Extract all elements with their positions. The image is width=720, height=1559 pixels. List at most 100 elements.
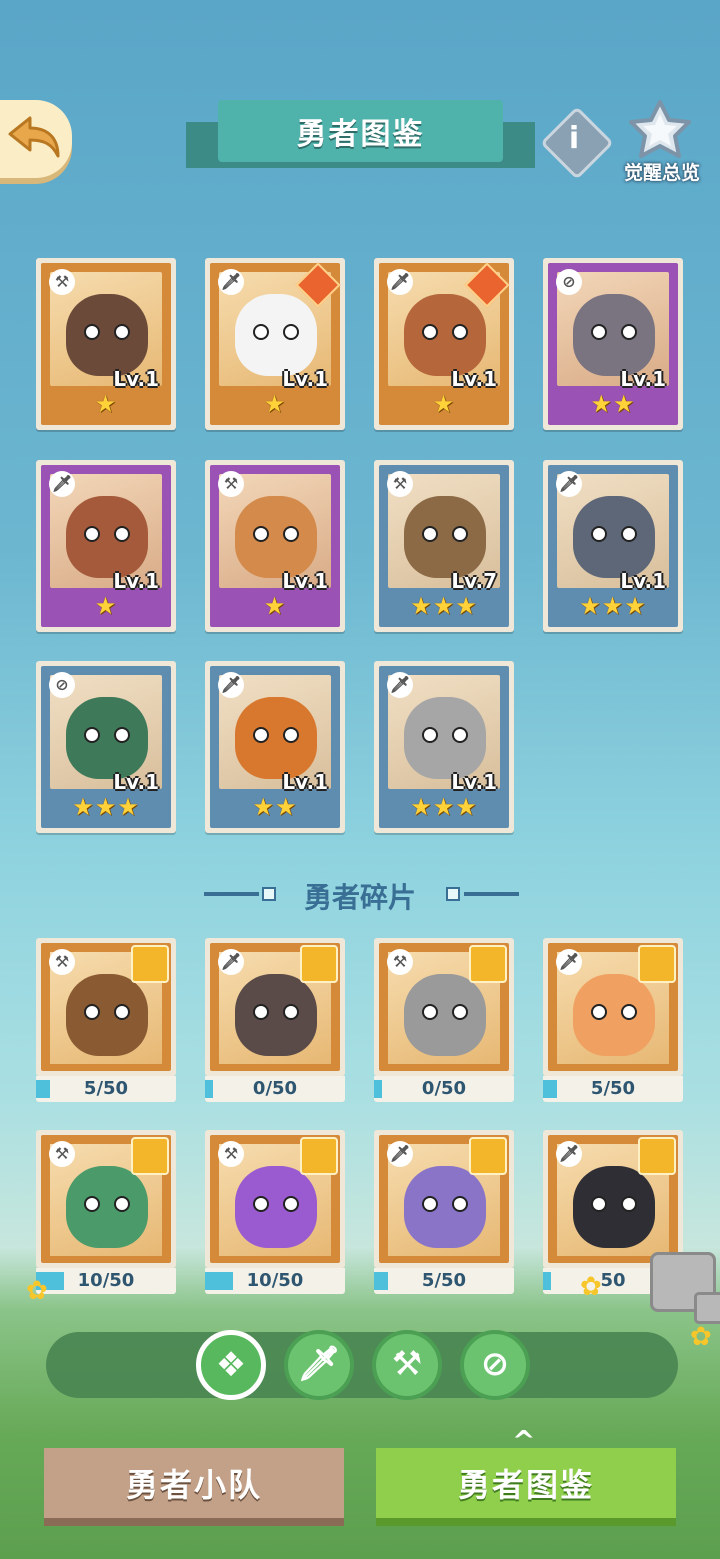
hero-stars: ★ xyxy=(263,390,287,418)
fragments-section-title: 勇者碎片 xyxy=(303,881,416,914)
rock-decoration-small xyxy=(694,1292,720,1324)
hero-card[interactable]: ⊘ Lv.1 ★★ xyxy=(543,258,683,430)
sword-icon: 🗡 xyxy=(387,269,413,295)
sword-icon: 🗡 xyxy=(556,471,582,497)
hero-card[interactable]: 🗡 Lv.1 ★★★ xyxy=(543,460,683,632)
fragment-progress-bar: 10/50 xyxy=(36,1268,176,1294)
sword-icon: 🗡 xyxy=(218,949,244,975)
info-icon: i xyxy=(568,121,580,156)
hero-level: Lv.1 xyxy=(113,770,159,794)
filter-compass-icon[interactable]: ⊘ xyxy=(460,1330,530,1400)
hammer-icon: ⚒ xyxy=(49,269,75,295)
hero-team-button[interactable]: 勇者小队 xyxy=(44,1448,344,1518)
puzzle-piece-icon xyxy=(131,945,169,983)
hero-stars: ★★★ xyxy=(72,793,140,821)
card-frame: ⚒ Lv.1 ★ xyxy=(210,465,340,627)
card-frame: 🗡 Lv.1 ★★★ xyxy=(548,465,678,627)
hero-level: Lv.1 xyxy=(113,367,159,391)
eye xyxy=(283,1196,299,1212)
compass-icon: ⊘ xyxy=(556,269,582,295)
eye xyxy=(114,727,130,743)
eye xyxy=(253,727,269,743)
eye xyxy=(452,324,468,340)
role-filter-bar xyxy=(46,1332,678,1398)
eye xyxy=(84,526,100,542)
eye xyxy=(422,324,438,340)
sword-icon: 🗡 xyxy=(49,471,75,497)
fragment-inner: ⚒ xyxy=(379,943,509,1071)
eye xyxy=(591,526,607,542)
hero-avatar xyxy=(404,1166,486,1248)
eye xyxy=(283,526,299,542)
eye xyxy=(114,1196,130,1212)
hero-card[interactable]: 🗡 Lv.1 ★★★ xyxy=(374,661,514,833)
fragment-card[interactable]: ⚒ 10/50 xyxy=(36,1130,176,1296)
hero-stars: ★★ xyxy=(590,390,636,418)
hero-book-button[interactable]: 勇者图鉴 xyxy=(376,1448,676,1518)
eye xyxy=(422,1196,438,1212)
hero-stars: ★ xyxy=(94,390,118,418)
awaken-star-icon[interactable] xyxy=(625,100,695,160)
fragment-card[interactable]: 🗡 5/50 xyxy=(374,1130,514,1296)
fragment-card[interactable]: 🗡 0/50 xyxy=(205,938,345,1104)
eye xyxy=(84,1196,100,1212)
hero-stars: ★★★ xyxy=(410,793,478,821)
fragment-progress-text: 10/50 xyxy=(77,1270,135,1291)
hero-avatar xyxy=(404,294,486,376)
hero-avatar xyxy=(66,974,148,1056)
hero-card[interactable]: ⚒ Lv.1 ★ xyxy=(205,460,345,632)
awaken-overview-label[interactable]: 觉醒总览 xyxy=(612,158,712,185)
hero-avatar xyxy=(573,1166,655,1248)
hero-avatar xyxy=(573,294,655,376)
fragment-progress-text: 0/50 xyxy=(421,1078,467,1099)
sword-icon: 🗡 xyxy=(387,672,413,698)
fragment-card[interactable]: ⚒ 5/50 xyxy=(36,938,176,1104)
puzzle-piece-icon xyxy=(638,945,676,983)
eye xyxy=(452,727,468,743)
fragment-progress-bar: 5/50 xyxy=(36,1076,176,1102)
hero-stars: ★ xyxy=(94,592,118,620)
section-dot-right xyxy=(446,887,460,901)
filter-hammer-icon[interactable]: ⚒ xyxy=(372,1330,442,1400)
hero-level: Lv.7 xyxy=(451,569,497,593)
eye xyxy=(591,1004,607,1020)
fragment-inner: ⚒ xyxy=(41,1135,171,1263)
eye xyxy=(283,727,299,743)
fragment-inner: 🗡 xyxy=(210,943,340,1071)
eye xyxy=(283,324,299,340)
eye xyxy=(621,526,637,542)
hero-card[interactable]: ⚒ Lv.7 ★★★ xyxy=(374,460,514,632)
fragment-card[interactable]: ⚒ 10/50 xyxy=(205,1130,345,1296)
sword-icon: 🗡 xyxy=(556,1141,582,1167)
hero-card[interactable]: 🗡 Lv.1 ★ xyxy=(36,460,176,632)
fragment-progress-bar: 10/50 xyxy=(205,1268,345,1294)
puzzle-piece-icon xyxy=(300,1137,338,1175)
hammer-icon: ⚒ xyxy=(218,471,244,497)
hammer-icon: ⚒ xyxy=(387,471,413,497)
fragment-progress-text: 10/50 xyxy=(246,1270,304,1291)
fragment-progress-text: 0/50 xyxy=(252,1078,298,1099)
fragment-frame: 🗡 xyxy=(205,938,345,1076)
fragment-inner: 🗡 xyxy=(379,1135,509,1263)
hero-level: Lv.1 xyxy=(113,569,159,593)
eye xyxy=(422,526,438,542)
hero-card[interactable]: 🗡 Lv.1 ★ xyxy=(374,258,514,430)
hero-card[interactable]: ⊘ Lv.1 ★★★ xyxy=(36,661,176,833)
filter-sword-icon[interactable]: 🗡 xyxy=(284,1330,354,1400)
hero-stars: ★★★ xyxy=(579,592,647,620)
page-title: 勇者图鉴 xyxy=(218,100,503,162)
eye xyxy=(422,1004,438,1020)
fragment-frame: ⚒ xyxy=(374,938,514,1076)
eye xyxy=(621,1004,637,1020)
hero-card[interactable]: ⚒ Lv.1 ★ xyxy=(36,258,176,430)
card-frame: 🗡 Lv.1 ★ xyxy=(210,262,341,425)
hammer-icon: ⚒ xyxy=(218,1141,244,1167)
hero-card[interactable]: 🗡 Lv.1 ★★ xyxy=(205,661,345,833)
hero-card[interactable]: 🗡 Lv.1 ★ xyxy=(205,258,345,430)
back-button[interactable] xyxy=(0,100,72,178)
filter-all-diamond-icon[interactable]: ❖ xyxy=(196,1330,266,1400)
eye xyxy=(114,526,130,542)
fragment-card[interactable]: ⚒ 0/50 xyxy=(374,938,514,1104)
fragment-card[interactable]: 🗡 5/50 xyxy=(543,938,683,1104)
fragment-progress-text: 5/50 xyxy=(590,1078,636,1099)
